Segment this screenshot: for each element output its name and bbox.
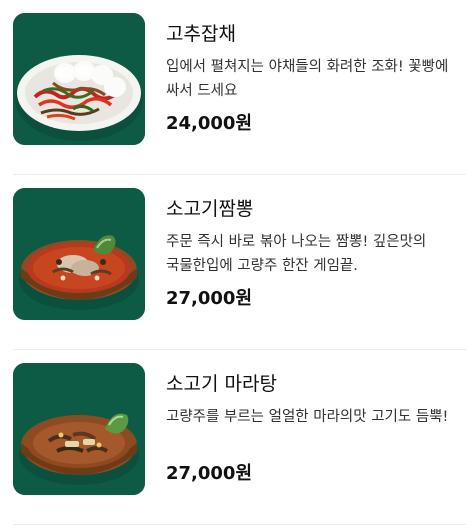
menu-item-description: 고량주를 부르는 얼얼한 마라의맛 고기도 듬뿍! <box>166 409 449 425</box>
divider <box>13 524 466 525</box>
menu-item-name: 고추잡채 <box>166 23 236 45</box>
menu-item-name: 소고기짬뽕 <box>166 198 254 220</box>
menu-item-gochu-japchae[interactable]: 고추잡채 입에서 펼쳐지는 야채들의 화려한 조화! 꽃빵에 싸서 드세요 24… <box>0 0 466 175</box>
menu-item-name: 소고기 마라탕 <box>166 373 277 395</box>
menu-list: 고추잡채 입에서 펼쳐지는 야채들의 화려한 조화! 꽃빵에 싸서 드세요 24… <box>0 0 466 531</box>
menu-item-info: 고추잡채 입에서 펼쳐지는 야채들의 화려한 조화! 꽃빵에 싸서 드세요 24… <box>166 13 461 137</box>
menu-item-description: 주문 즉시 바로 볶아 나오는 짬뽕! 깊은맛의 국물한입에 고량주 한잔 게임… <box>166 234 427 274</box>
menu-item-info: 소고기짬뽕 주문 즉시 바로 볶아 나오는 짬뽕! 깊은맛의 국물한입에 고량주… <box>166 188 461 312</box>
menu-item-beef-malatang[interactable]: 소고기 마라탕 고량주를 부르는 얼얼한 마라의맛 고기도 듬뿍! 27,000… <box>0 350 466 525</box>
japchae-plate-icon[interactable] <box>13 13 145 145</box>
menu-item-info: 소고기 마라탕 고량주를 부르는 얼얼한 마라의맛 고기도 듬뿍! 27,000… <box>166 363 461 487</box>
menu-item-price: 27,000원 <box>166 463 253 484</box>
menu-item-price: 24,000원 <box>166 113 253 134</box>
menu-item-beef-jjamppong[interactable]: 소고기짬뽕 주문 즉시 바로 볶아 나오는 짬뽕! 깊은맛의 국물한입에 고량주… <box>0 175 466 350</box>
malatang-pot-icon[interactable] <box>13 363 145 495</box>
menu-item-description: 입에서 펼쳐지는 야채들의 화려한 조화! 꽃빵에 싸서 드세요 <box>166 59 449 99</box>
jjamppong-pot-icon[interactable] <box>13 188 145 320</box>
menu-item-price: 27,000원 <box>166 288 253 309</box>
